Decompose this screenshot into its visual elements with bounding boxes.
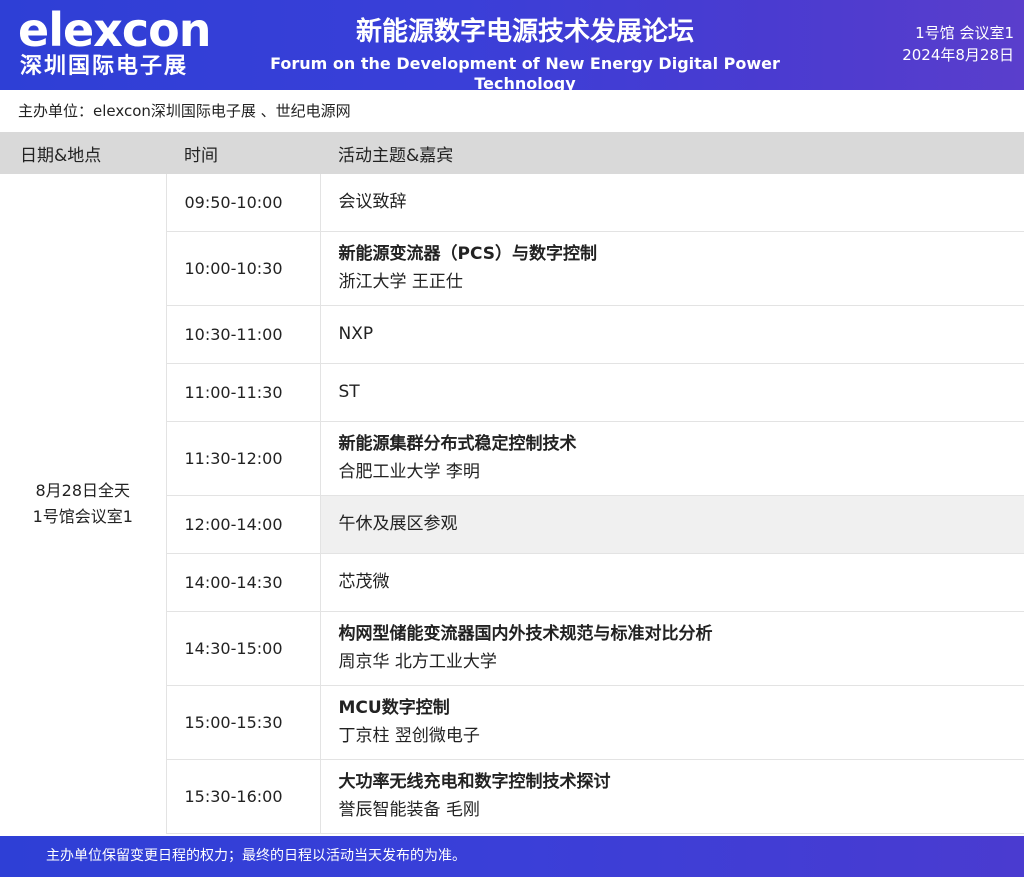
table-row: 8月28日全天 1号馆会议室1 09:50-10:00 会议致辞 — [0, 174, 1024, 833]
col-header-topic: 活动主题&嘉宾 — [320, 132, 1024, 174]
logo-subtitle: 深圳国际电子展 — [20, 54, 189, 79]
session-title: 会议致辞 — [338, 192, 407, 213]
session-topic: 芯茂微 — [320, 553, 1024, 612]
session-speaker: 合肥工业大学 李明 — [338, 462, 480, 482]
session-topic: NXP — [320, 305, 1024, 364]
venue-hall: 1号馆 会议室1 — [915, 24, 1014, 42]
session-time: 11:00-11:30 — [166, 363, 321, 422]
table-header-row: 日期&地点 时间 活动主题&嘉宾 — [0, 132, 1024, 174]
date-location-cell: 8月28日全天 1号馆会议室1 — [0, 174, 167, 833]
session-topic: ST — [320, 363, 1024, 422]
session-speaker: 周京华 北方工业大学 — [338, 652, 497, 672]
session-title: MCU数字控制 — [338, 698, 450, 718]
session-speaker: 丁京柱 翌创微电子 — [338, 726, 480, 746]
session-time: 12:00-14:00 — [166, 495, 321, 554]
session-title: 新能源集群分布式稳定控制技术 — [338, 434, 577, 454]
organizer-line: 主办单位：elexcon深圳国际电子展 、世纪电源网 — [0, 90, 1024, 132]
session-topic: 会议致辞 — [320, 174, 1024, 232]
session-speaker: 誉辰智能装备 毛刚 — [338, 800, 480, 820]
session-title: 新能源变流器（PCS）与数字控制 — [338, 244, 598, 264]
forum-title-cn: 新能源数字电源技术发展论坛 — [355, 17, 694, 47]
forum-title-en: Forum on the Development of New Energy D… — [270, 54, 780, 93]
disclaimer-footer: 主办单位保留变更日程的权力；最终的日程以活动当天发布的为准。 — [0, 836, 1024, 877]
col-header-time: 时间 — [166, 132, 320, 174]
location-text: 1号馆会议室1 — [32, 506, 133, 526]
session-time: 15:00-15:30 — [166, 685, 321, 760]
session-time: 14:30-15:00 — [166, 611, 321, 686]
session-title: 构网型储能变流器国内外技术规范与标准对比分析 — [338, 624, 713, 644]
logo-elexcon: elexcon — [18, 3, 211, 57]
schedule-table: 日期&地点 时间 活动主题&嘉宾 8月28日全天 1号馆会议室1 09:50-1… — [0, 132, 1024, 834]
col-header-date: 日期&地点 — [0, 132, 166, 174]
session-title: 大功率无线充电和数字控制技术探讨 — [338, 772, 611, 792]
session-time: 14:00-14:30 — [166, 553, 321, 612]
session-time: 15:30-16:00 — [166, 759, 321, 834]
session-topic: 午休及展区参观 — [320, 495, 1024, 554]
session-speaker: 浙江大学 王正仕 — [338, 272, 463, 292]
session-topic: 大功率无线充电和数字控制技术探讨 誉辰智能装备 毛刚 — [320, 759, 1024, 834]
session-title: ST — [338, 382, 360, 402]
session-time: 11:30-12:00 — [166, 421, 321, 496]
session-topic: MCU数字控制 丁京柱 翌创微电子 — [320, 685, 1024, 760]
session-time: 10:00-10:30 — [166, 231, 321, 306]
session-topic: 新能源变流器（PCS）与数字控制 浙江大学 王正仕 — [320, 231, 1024, 306]
session-topic: 构网型储能变流器国内外技术规范与标准对比分析 周京华 北方工业大学 — [320, 611, 1024, 686]
session-time: 10:30-11:00 — [166, 305, 321, 364]
session-topic: 新能源集群分布式稳定控制技术 合肥工业大学 李明 — [320, 421, 1024, 496]
date-text: 8月28日全天 — [35, 480, 131, 500]
session-time: 09:50-10:00 — [166, 174, 321, 232]
page-header: elexcon 深圳国际电子展 新能源数字电源技术发展论坛 Forum on t… — [0, 0, 1024, 93]
event-date: 2024年8月28日 — [902, 46, 1014, 64]
session-title: 午休及展区参观 — [338, 514, 458, 534]
venue-info: 1号馆 会议室1 2024年8月28日 — [902, 22, 1014, 66]
session-title: 芯茂微 — [338, 572, 390, 592]
session-title: NXP — [338, 324, 374, 344]
